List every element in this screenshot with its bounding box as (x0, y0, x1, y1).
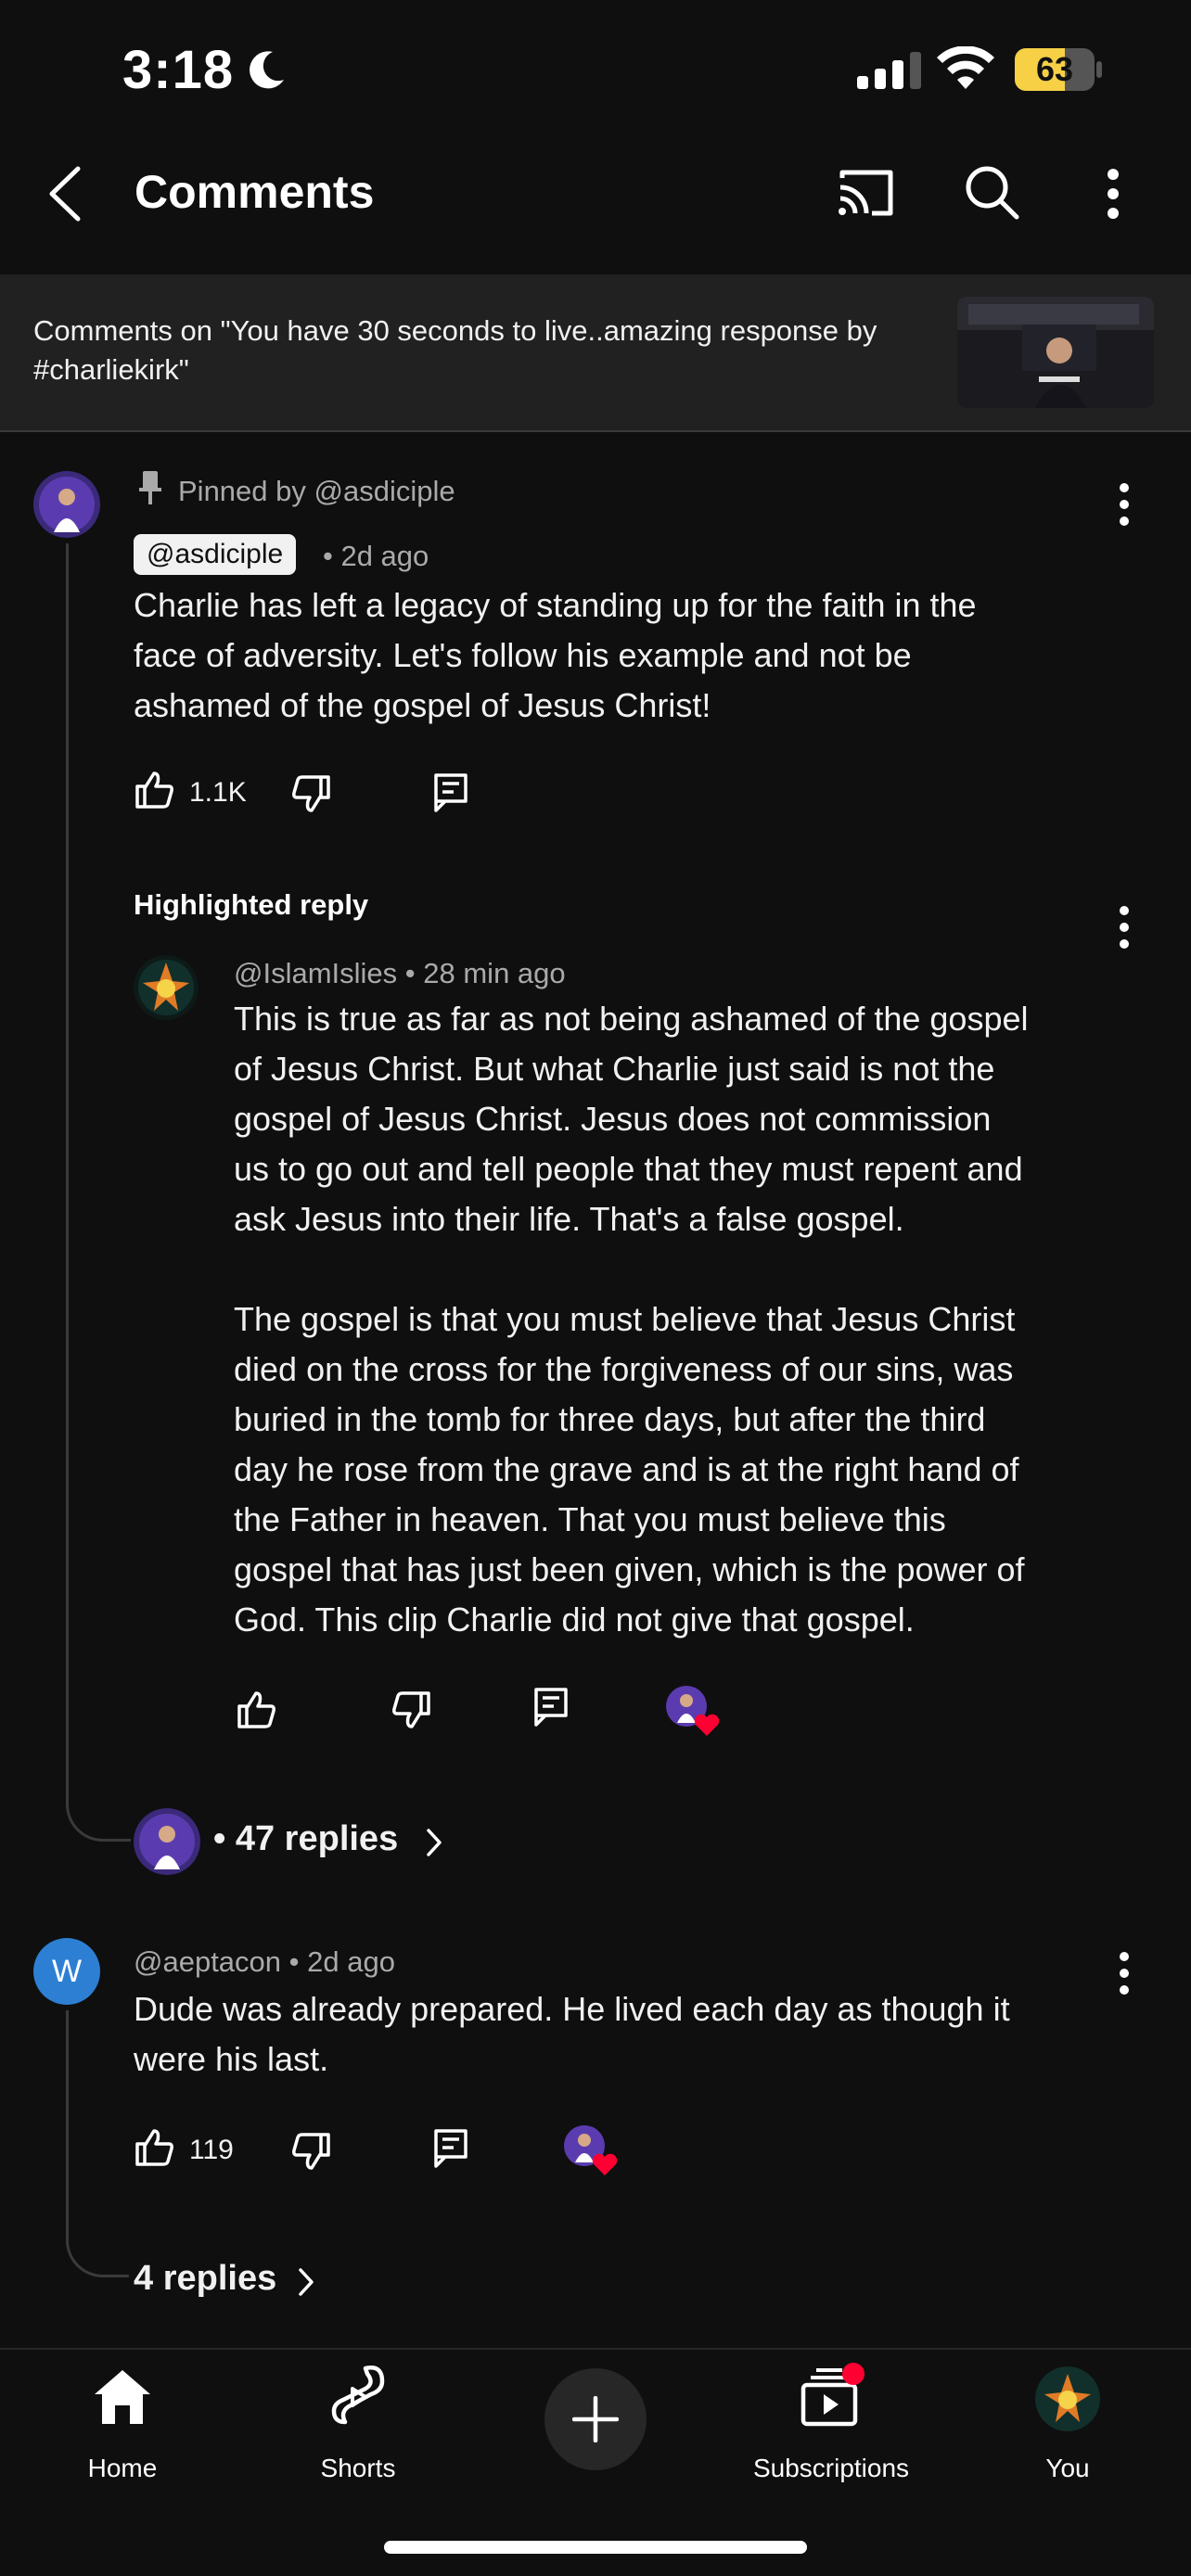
page-title: Comments (134, 166, 375, 218)
comment-author-time: @aeptacon • 2d ago (134, 1945, 395, 1979)
reply-text: This is true as far as not being ashamed… (234, 1000, 1029, 1639)
search-icon[interactable] (963, 163, 1020, 221)
comment-time: • 2d ago (323, 540, 429, 572)
video-title: Comments on "You have 30 seconds to live… (33, 314, 877, 386)
pinned-label: Pinned by @asdiciple (178, 475, 455, 507)
comment-options-icon[interactable] (1114, 482, 1134, 527)
reply-options-icon[interactable] (1114, 905, 1134, 950)
cast-icon[interactable] (837, 165, 896, 221)
comment-author[interactable]: @aeptacon (134, 1945, 281, 1978)
reply-icon[interactable] (432, 2127, 469, 2168)
creator-heart-icon (666, 1686, 720, 1736)
comment-options-icon[interactable] (1114, 1951, 1134, 1996)
view-replies-link[interactable]: 4 replies (134, 2259, 276, 2299)
author-chip[interactable]: @asdiciple (134, 534, 297, 575)
reply-avatar[interactable] (134, 955, 198, 1020)
thread-line (66, 2010, 129, 2277)
chevron-right-icon[interactable] (295, 2266, 317, 2298)
nav-you-label[interactable]: You (975, 2454, 1160, 2483)
chevron-right-icon[interactable] (423, 1827, 445, 1858)
thread-line (66, 543, 131, 1842)
battery-indicator: 63 (1015, 48, 1102, 91)
avatar[interactable] (33, 471, 100, 538)
home-indicator (384, 2541, 807, 2554)
wifi-icon (937, 46, 994, 89)
shorts-icon[interactable] (330, 2365, 386, 2429)
nav-subscriptions-label[interactable]: Subscriptions (738, 2454, 924, 2483)
reply-like-icon[interactable] (236, 1690, 276, 1730)
like-icon[interactable] (134, 2127, 174, 2168)
comment-time: • 2d ago (288, 1945, 395, 1978)
avatar[interactable]: W (33, 1938, 100, 2005)
back-arrow-icon[interactable] (45, 165, 87, 223)
status-time: 3:18 (122, 40, 235, 100)
dislike-icon[interactable] (291, 2131, 332, 2172)
reply-author-time: @IslamIslies • 28 min ago (234, 957, 566, 990)
subscriptions-icon[interactable] (800, 2361, 866, 2428)
creator-heart-icon (564, 2125, 618, 2175)
home-icon[interactable] (93, 2368, 152, 2426)
video-thumbnail[interactable] (957, 297, 1154, 408)
dislike-icon[interactable] (291, 773, 332, 814)
comment-text: Charlie has left a legacy of standing up… (134, 586, 977, 724)
replies-avatar (134, 1808, 200, 1875)
nav-home-label[interactable]: Home (30, 2454, 215, 2483)
like-count: 119 (189, 2135, 234, 2165)
pin-icon (139, 471, 161, 504)
battery-level: 63 (1035, 50, 1074, 88)
video-header[interactable]: Comments on "You have 30 seconds to live… (0, 274, 1191, 432)
create-button[interactable] (544, 2368, 647, 2470)
profile-avatar-icon[interactable] (1035, 2366, 1100, 2431)
highlighted-reply-label: Highlighted reply (134, 888, 369, 921)
like-icon[interactable] (134, 770, 174, 810)
reply-author[interactable]: @IslamIslies (234, 957, 397, 989)
comment-text: Dude was already prepared. He lived each… (134, 1990, 1010, 2078)
view-replies-link[interactable]: • 47 replies (213, 1819, 398, 1859)
reply-dislike-icon[interactable] (391, 1690, 432, 1730)
reply-icon[interactable] (432, 772, 469, 812)
moon-icon (250, 51, 284, 89)
more-options-icon[interactable] (1098, 165, 1128, 223)
reply-time: • 28 min ago (404, 957, 566, 989)
reply-reply-icon[interactable] (532, 1686, 570, 1727)
nav-shorts-label[interactable]: Shorts (265, 2454, 451, 2483)
like-count: 1.1K (189, 777, 247, 808)
plus-icon (572, 2396, 619, 2442)
signal-icon (857, 52, 921, 89)
